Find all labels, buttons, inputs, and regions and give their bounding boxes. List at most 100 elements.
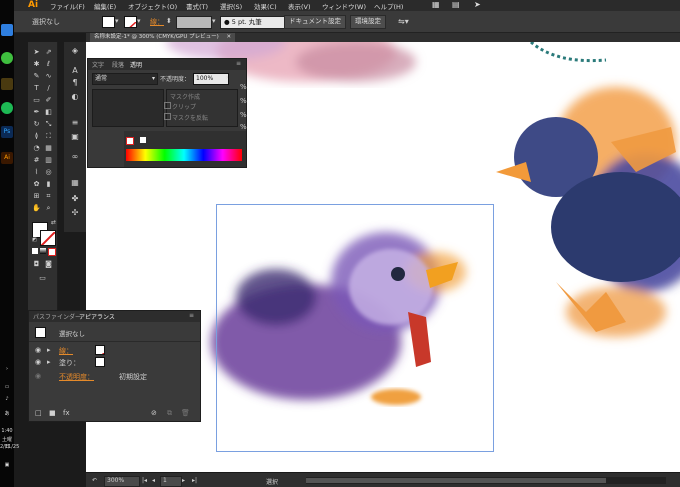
menu-file[interactable]: ファイル(F) [50, 1, 85, 11]
visibility-eye-icon[interactable]: ◉ [35, 372, 41, 380]
document-setup-button[interactable]: ドキュメント設定 [284, 15, 346, 29]
rectangle-tool-icon[interactable]: ▭ [32, 96, 41, 105]
delete-item-icon[interactable]: 🗑 [181, 409, 190, 417]
invert-mask-checkbox[interactable] [164, 113, 171, 120]
stroke-row-swatch[interactable] [95, 345, 105, 355]
color-none-swatch[interactable] [126, 137, 134, 145]
expand-arrow-icon[interactable]: ▸ [47, 346, 51, 354]
preferences-button[interactable]: 環境設定 [350, 15, 386, 29]
line-tool-icon[interactable]: / [44, 84, 53, 93]
blob-brush-tool-icon[interactable]: ✒ [32, 108, 41, 117]
scrollbar-thumb[interactable] [306, 478, 606, 483]
shape-builder-tool-icon[interactable]: ◔ [32, 144, 41, 153]
menu-effect[interactable]: 効果(C) [254, 1, 277, 11]
zoom-select[interactable]: 300% [104, 476, 140, 487]
stroke-weight-stepper-icon[interactable]: ⬍ [166, 17, 172, 25]
clock-time[interactable]: 1:40 [0, 428, 14, 434]
opacity-input[interactable]: 100% [193, 73, 229, 85]
stroke-label[interactable]: 線： [150, 17, 164, 27]
app-icon-gold[interactable] [1, 78, 13, 90]
brushes-icon[interactable]: ✤ [69, 194, 81, 204]
layers-icon[interactable]: ◈ [69, 46, 81, 56]
rotate-tool-icon[interactable]: ↻ [32, 120, 41, 129]
menu-help[interactable]: ヘルプ(H) [374, 1, 403, 11]
fill-swatch[interactable] [102, 16, 115, 28]
paragraph-icon[interactable]: ¶ [69, 78, 81, 88]
app-icon-blue[interactable] [1, 24, 13, 36]
pen-tool-icon[interactable]: ✎ [32, 72, 41, 81]
visibility-eye-icon[interactable]: ◉ [35, 358, 41, 366]
links-icon[interactable]: ∞ [69, 152, 81, 162]
stroke-panel-icon[interactable]: ≡ [69, 118, 81, 128]
prev-artboard-icon[interactable]: ◂ [152, 477, 155, 484]
menu-type[interactable]: 書式(T) [186, 1, 208, 11]
tab-paragraph[interactable]: 段落 [112, 60, 124, 69]
menu-view[interactable]: 表示(V) [288, 1, 311, 11]
character-icon[interactable]: A [69, 66, 81, 76]
menu-select[interactable]: 選択(S) [220, 1, 242, 11]
last-artboard-icon[interactable]: ▸| [192, 477, 197, 484]
stroke-color-box[interactable] [40, 230, 56, 246]
bridge-icon[interactable]: ▦ [432, 0, 440, 9]
expand-arrow-icon[interactable]: ▸ [47, 358, 51, 366]
make-mask-button[interactable]: マスク作成 [170, 92, 200, 101]
panel-menu-icon[interactable]: ≡ [236, 60, 241, 67]
duplicate-item-icon[interactable]: ⧉ [167, 409, 172, 418]
brush-definition-field[interactable]: ● 5 pt. 丸筆 [220, 16, 287, 29]
tab-appearance[interactable]: アピアランス [79, 312, 115, 321]
stroke-dropdown-icon[interactable]: ▾ [137, 17, 141, 25]
photoshop-icon[interactable]: Ps [1, 126, 13, 138]
paintbrush-tool-icon[interactable]: ✐ [44, 96, 53, 105]
magic-wand-tool-icon[interactable]: ✱ [32, 60, 41, 69]
blend-tool-icon[interactable]: ◎ [44, 168, 53, 177]
symbols-icon[interactable]: ✣ [69, 208, 81, 218]
line-app-icon[interactable] [1, 52, 13, 64]
swatches-icon[interactable]: ▦ [69, 178, 81, 188]
fill-row-label[interactable]: 塗り： [59, 358, 80, 368]
arrange-documents-icon[interactable]: ⇋▾ [398, 17, 409, 26]
volume-icon[interactable]: ♪ [0, 396, 14, 402]
panel-menu-icon[interactable]: ≡ [189, 312, 194, 319]
gradient-panel-icon[interactable]: ▣ [69, 132, 81, 142]
width-tool-icon[interactable]: ≬ [32, 132, 41, 141]
artboard-nav-icon[interactable]: ↶ [92, 477, 97, 484]
clip-checkbox[interactable] [164, 102, 171, 109]
close-tab-icon[interactable]: ✕ [227, 34, 232, 40]
tab-character[interactable]: 文字 [92, 60, 104, 69]
eraser-tool-icon[interactable]: ◧ [44, 108, 53, 117]
add-effect-icon[interactable]: fx [63, 409, 70, 417]
fill-row-swatch[interactable] [95, 357, 105, 367]
tool-status-text[interactable]: 選択 [266, 477, 278, 486]
opacity-arrow-icon[interactable]: › [226, 74, 228, 81]
menu-object[interactable]: オブジェクト(O) [128, 1, 177, 11]
stroke-none-swatch[interactable] [124, 16, 137, 28]
perspective-grid-tool-icon[interactable]: ▦ [44, 144, 53, 153]
artboard-frame[interactable] [216, 204, 494, 452]
tab-transparency[interactable]: 透明 [130, 60, 142, 69]
transparency-icon[interactable]: ◐ [69, 92, 81, 102]
symbol-sprayer-tool-icon[interactable]: ✿ [32, 180, 41, 189]
mesh-tool-icon[interactable]: # [32, 156, 41, 165]
scale-tool-icon[interactable]: ⤡ [44, 120, 53, 129]
color-spectrum-bar[interactable] [126, 149, 242, 161]
hand-tool-icon[interactable]: ✋ [32, 204, 41, 213]
color-white-swatch[interactable] [140, 137, 146, 143]
illustrator-icon[interactable]: Ai [1, 152, 13, 164]
tab-pathfinder[interactable]: パスファインダー [33, 312, 81, 321]
stroke-weight-input[interactable] [176, 16, 212, 29]
gradient-tool-icon[interactable]: ▥ [44, 156, 53, 165]
artboard-number-select[interactable]: 1 [160, 476, 182, 487]
ime-icon[interactable]: あ [0, 410, 14, 417]
visibility-eye-icon[interactable]: ◉ [35, 346, 41, 354]
eyedropper-tool-icon[interactable]: ⌇ [32, 168, 41, 177]
graph-tool-icon[interactable]: ▮ [44, 180, 53, 189]
lasso-tool-icon[interactable]: ℓ [44, 60, 53, 69]
type-tool-icon[interactable]: T [32, 84, 41, 93]
notification-icon[interactable]: ▣ [0, 462, 14, 468]
none-mode-icon[interactable] [48, 248, 56, 256]
clear-appearance-icon[interactable]: ⊘ [151, 409, 157, 417]
horizontal-scrollbar[interactable] [306, 477, 666, 484]
gradient-mode-icon[interactable] [40, 248, 46, 254]
draw-mode-icon[interactable]: ◘ [32, 260, 41, 269]
selection-tool-icon[interactable]: ➤ [32, 48, 41, 57]
